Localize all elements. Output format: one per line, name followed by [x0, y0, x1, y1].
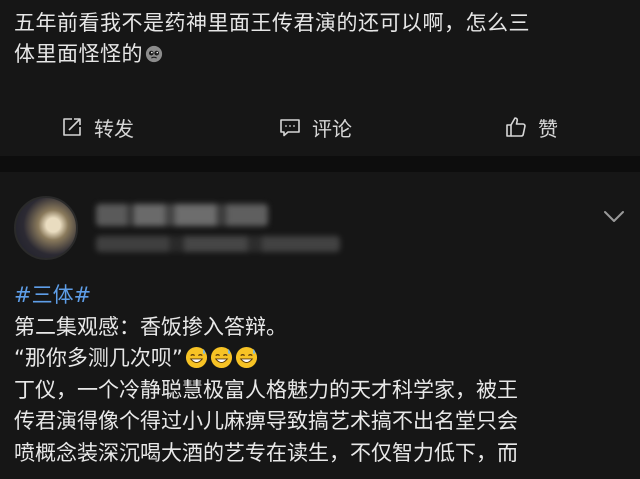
post-meta-blurred	[96, 236, 340, 252]
repost-button[interactable]: 转发	[60, 104, 134, 150]
post-body-line-6: 喷概念装深沉喝大酒的艺专在读生，不仅智力低下，而	[14, 440, 518, 465]
post-body-line-4: 丁仪，一个冷静聪慧极富人格魅力的天才科学家，被王	[14, 377, 518, 402]
sweat-smile-emoji-icon	[235, 346, 257, 369]
comment-label: 评论	[312, 116, 352, 141]
post-body: #三体# 第二集观感：香饭掺入答辩。 “那你多测几次呗” 丁仪，一个冷静聪慧极富…	[14, 280, 634, 469]
repost-icon	[63, 118, 81, 136]
comment-icon	[280, 119, 300, 137]
feed-divider	[0, 156, 640, 172]
worried-face-emoji-icon	[145, 45, 163, 63]
post-body-line-3: “那你多测几次呗”	[14, 346, 183, 370]
avatar[interactable]	[14, 196, 78, 260]
sweat-smile-emoji-icon	[210, 346, 232, 369]
action-bar: 转发 评论 赞	[0, 104, 640, 150]
repost-label: 转发	[94, 116, 134, 141]
hashtag-link[interactable]: #三体#	[14, 283, 91, 307]
like-label: 赞	[538, 116, 558, 141]
comment-button[interactable]: 评论	[278, 104, 352, 150]
sweat-smile-emoji-icon	[185, 346, 207, 369]
post-text: 五年前看我不是药神里面王传君演的还可以啊，怎么三 体里面怪怪的	[14, 8, 629, 70]
username-blurred[interactable]	[96, 204, 268, 226]
post-text-line-2: 体里面怪怪的	[14, 42, 143, 66]
post-body-line-5: 传君演得像个得过小儿麻痹导致搞艺术搞不出名堂只会	[14, 409, 518, 433]
post-text-line-1: 五年前看我不是药神里面王传君演的还可以啊，怎么三	[14, 11, 530, 35]
chevron-down-icon[interactable]	[600, 202, 628, 230]
post-card-previous: 五年前看我不是药神里面王传君演的还可以啊，怎么三 体里面怪怪的 转发 评论 赞	[0, 0, 640, 156]
like-button[interactable]: 赞	[504, 104, 558, 150]
thumbs-up-icon	[506, 117, 526, 137]
post-body-line-2: 第二集观感：香饭掺入答辩。	[14, 314, 287, 339]
post-card: #三体# 第二集观感：香饭掺入答辩。 “那你多测几次呗” 丁仪，一个冷静聪慧极富…	[0, 172, 640, 479]
